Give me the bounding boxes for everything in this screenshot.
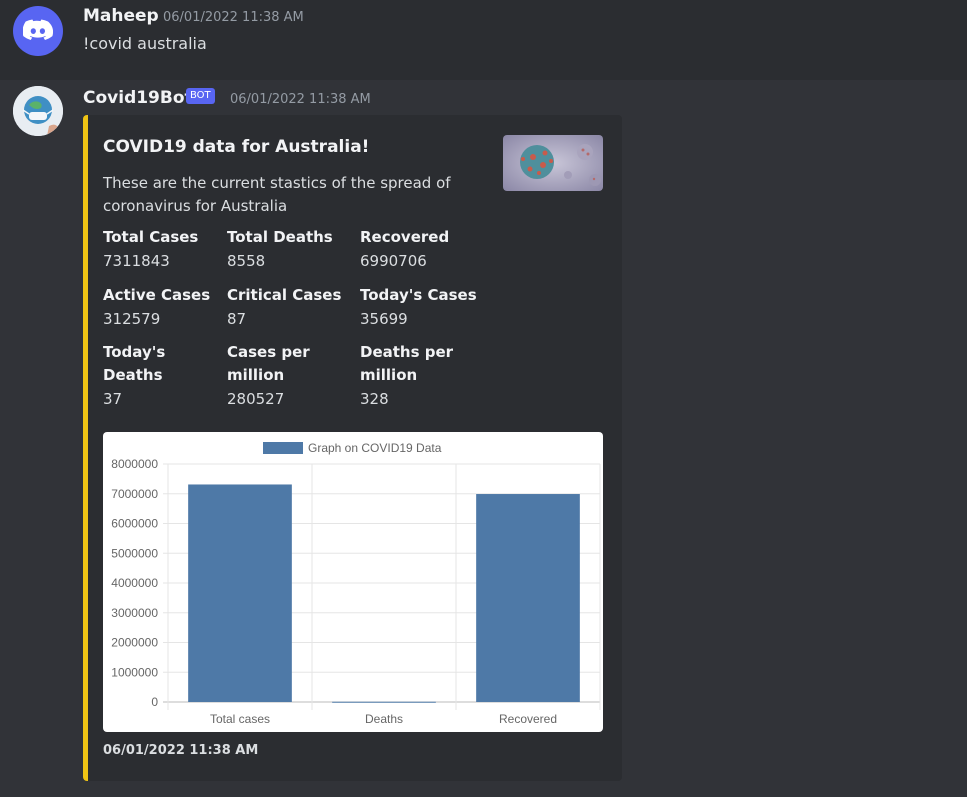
username[interactable]: Covid19Bot (83, 88, 193, 108)
field-name: Today's Cases (360, 286, 477, 304)
y-tick-label: 2000000 (111, 636, 158, 650)
field-name: Deaths per million (360, 343, 454, 384)
bar-chart: Graph on COVID19 Data 0 1000000 2000000 300… (111, 441, 601, 726)
field-value: 35699 (360, 310, 408, 328)
message-content: !covid australia (83, 34, 207, 53)
field-deaths-per-million: Deaths per million 328 (360, 341, 455, 412)
field-name: Active Cases (103, 286, 211, 304)
field-value: 280527 (227, 390, 285, 408)
globe-mask-icon[interactable] (13, 86, 63, 136)
x-tick-label: Total cases (210, 712, 270, 726)
legend-swatch (263, 442, 303, 454)
field-name: Total Cases (103, 228, 199, 246)
field-value: 87 (227, 310, 247, 328)
embed-footer-timestamp: 06/01/2022 11:38 AM (103, 743, 259, 758)
field-name: Today's Deaths (103, 343, 166, 384)
bar-deaths (332, 701, 436, 703)
y-tick-label: 8000000 (111, 457, 158, 471)
field-name: Total Deaths (227, 228, 333, 246)
coronavirus-image-glyph (503, 135, 603, 191)
embed-description: These are the current stastics of the sp… (103, 174, 451, 215)
y-tick-label: 0 (151, 695, 158, 709)
field-cases-per-million: Cases per million 280527 (227, 341, 322, 412)
field-todays-cases: Today's Cases 35699 (360, 284, 490, 332)
y-tick-label: 6000000 (111, 517, 158, 531)
chart-legend: Graph on COVID19 Data (263, 441, 442, 455)
globe-mask-icon-glyph (13, 86, 63, 136)
message-maheep: Maheep 06/01/2022 11:38 AM !covid austra… (0, 0, 967, 80)
discord-logo-icon-glyph (23, 19, 53, 40)
bar-total-cases (188, 484, 292, 702)
field-value: 328 (360, 390, 389, 408)
field-total-cases: Total Cases 7311843 (103, 226, 228, 274)
field-critical-cases: Critical Cases 87 (227, 284, 352, 332)
field-todays-deaths: Today's Deaths 37 (103, 341, 223, 412)
bot-badge: BOT (186, 88, 215, 104)
x-tick-label: Deaths (365, 712, 403, 726)
field-value: 312579 (103, 310, 161, 328)
field-value: 8558 (227, 252, 266, 270)
discord-logo-icon[interactable] (13, 6, 63, 56)
y-tick-label: 3000000 (111, 606, 158, 620)
coronavirus-image[interactable] (503, 135, 603, 191)
field-total-deaths: Total Deaths 8558 (227, 226, 352, 274)
embed-title: COVID19 data for Australia! (103, 137, 370, 157)
field-value: 37 (103, 390, 123, 408)
field-name: Recovered (360, 228, 450, 246)
legend-label: Graph on COVID19 Data (308, 441, 442, 455)
x-tick-label: Recovered (499, 712, 557, 726)
field-value: 7311843 (103, 252, 170, 270)
bar-recovered (476, 494, 580, 702)
embed: COVID19 data for Australia! These are th… (83, 115, 622, 781)
y-tick-label: 1000000 (111, 665, 158, 679)
field-active-cases: Active Cases 312579 (103, 284, 228, 332)
timestamp: 06/01/2022 11:38 AM (163, 10, 304, 25)
y-tick-label: 5000000 (111, 546, 158, 560)
username[interactable]: Maheep (83, 6, 159, 26)
field-recovered: Recovered 6990706 (360, 226, 485, 274)
chart-image[interactable]: Graph on COVID19 Data 0 1000000 2000000 300… (103, 432, 603, 732)
field-name: Critical Cases (227, 286, 342, 304)
field-value: 6990706 (360, 252, 427, 270)
timestamp: 06/01/2022 11:38 AM (230, 92, 371, 107)
y-tick-label: 4000000 (111, 576, 158, 590)
y-tick-label: 7000000 (111, 487, 158, 501)
field-name: Cases per million (227, 343, 310, 384)
